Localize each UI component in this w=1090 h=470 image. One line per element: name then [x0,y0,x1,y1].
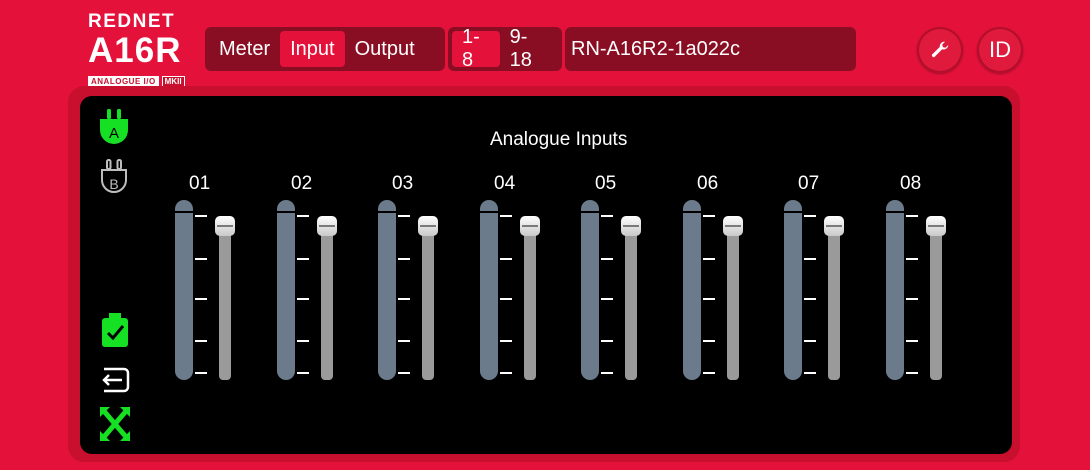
meter-tick [906,372,918,374]
gain-fader-handle[interactable] [317,216,337,236]
channel-meter [886,200,904,380]
meter-tick [601,372,613,374]
meter-tick [601,258,613,260]
meter-tick [804,258,816,260]
section-title: Analogue Inputs [490,129,628,150]
meter-tick [297,258,309,260]
plug-icon: A [100,109,128,144]
gain-fader-handle[interactable] [418,216,438,236]
meter-tick [906,215,918,217]
channel-range-selector: 1-8 9-18 [448,26,562,71]
gain-fader-track[interactable] [219,222,231,380]
gain-fader-handle[interactable] [621,216,641,236]
channel-meter [581,200,599,380]
channel-label: 03 [392,173,414,194]
network-b-status: B [98,158,130,198]
channel-label: 05 [595,173,617,194]
gain-fader-track[interactable] [524,222,536,380]
meter-tick [195,258,207,260]
meter-tick [601,340,613,342]
battery-check-icon [102,313,128,347]
product-logo: REDNET A16R ANALOGUE I/O MKII [88,11,200,88]
meter-tick [195,372,207,374]
range-1-8-button[interactable]: 1-8 [452,26,500,71]
gain-fader-handle[interactable] [520,216,540,236]
meter-tick [804,215,816,217]
power-ok-status [100,312,130,348]
crossover-status [98,405,132,443]
gain-fader-handle[interactable] [926,216,946,236]
channel-meter [480,200,498,380]
gain-fader-track[interactable] [625,222,637,380]
wrench-icon [931,41,949,58]
meter-tick [500,372,512,374]
gain-fader-track[interactable] [321,222,333,380]
meter-tick [500,215,512,217]
channel-label: 04 [494,173,516,194]
range-9-18-button[interactable]: 9-18 [500,26,558,71]
gain-fader-track[interactable] [930,222,942,380]
channel-label: 08 [900,173,922,194]
mode-output-button[interactable]: Output [345,31,425,67]
gain-fader-track[interactable] [422,222,434,380]
meter-tick [804,298,816,300]
channel-meter [784,200,802,380]
meter-tick [500,258,512,260]
channel-meter [277,200,295,380]
network-b-label: B [109,176,118,192]
meter-tick [195,298,207,300]
channel-meter [683,200,701,380]
meter-tick [297,372,309,374]
return-status [98,365,132,395]
meter-tick [398,258,410,260]
meter-tick [703,298,715,300]
plug-outline-icon: B [101,159,127,193]
channel-meter [175,200,193,380]
meter-tick [297,298,309,300]
device-name-field[interactable]: RN-A16R2-1a022c [565,27,856,71]
meter-tick [906,258,918,260]
meter-tick [398,298,410,300]
network-a-status: A [96,108,132,148]
meter-tick [195,215,207,217]
crossover-icon [100,407,130,441]
meter-tick [297,215,309,217]
meter-tick [804,340,816,342]
network-a-label: A [109,125,119,142]
meter-tick [804,372,816,374]
meter-tick [601,298,613,300]
return-arrow-icon [102,367,130,393]
channel-label: 01 [189,173,211,194]
meter-tick [297,340,309,342]
gain-fader-track[interactable] [828,222,840,380]
meter-tick [500,298,512,300]
channel-label: 02 [291,173,313,194]
meter-tick [703,258,715,260]
channel-label: 06 [697,173,719,194]
meter-tick [906,298,918,300]
mode-input-button[interactable]: Input [280,31,345,67]
gain-fader-track[interactable] [727,222,739,380]
gain-fader-handle[interactable] [723,216,743,236]
mode-meter-button[interactable]: Meter [209,31,280,67]
channel-meter [378,200,396,380]
meter-tick [195,340,207,342]
meter-tick [906,340,918,342]
gain-fader-handle[interactable] [215,216,235,236]
meter-tick [398,340,410,342]
meter-tick [500,340,512,342]
logo-model: A16R [88,31,182,70]
logo-brand: REDNET [88,11,176,32]
meter-tick [398,215,410,217]
channel-label: 07 [798,173,820,194]
settings-button[interactable] [917,27,963,73]
meter-tick [398,372,410,374]
gain-fader-handle[interactable] [824,216,844,236]
meter-tick [703,215,715,217]
meter-tick [601,215,613,217]
meter-tick [703,372,715,374]
identify-button[interactable]: ID [977,27,1023,73]
meter-tick [703,340,715,342]
mode-selector: Meter Input Output [205,27,445,71]
